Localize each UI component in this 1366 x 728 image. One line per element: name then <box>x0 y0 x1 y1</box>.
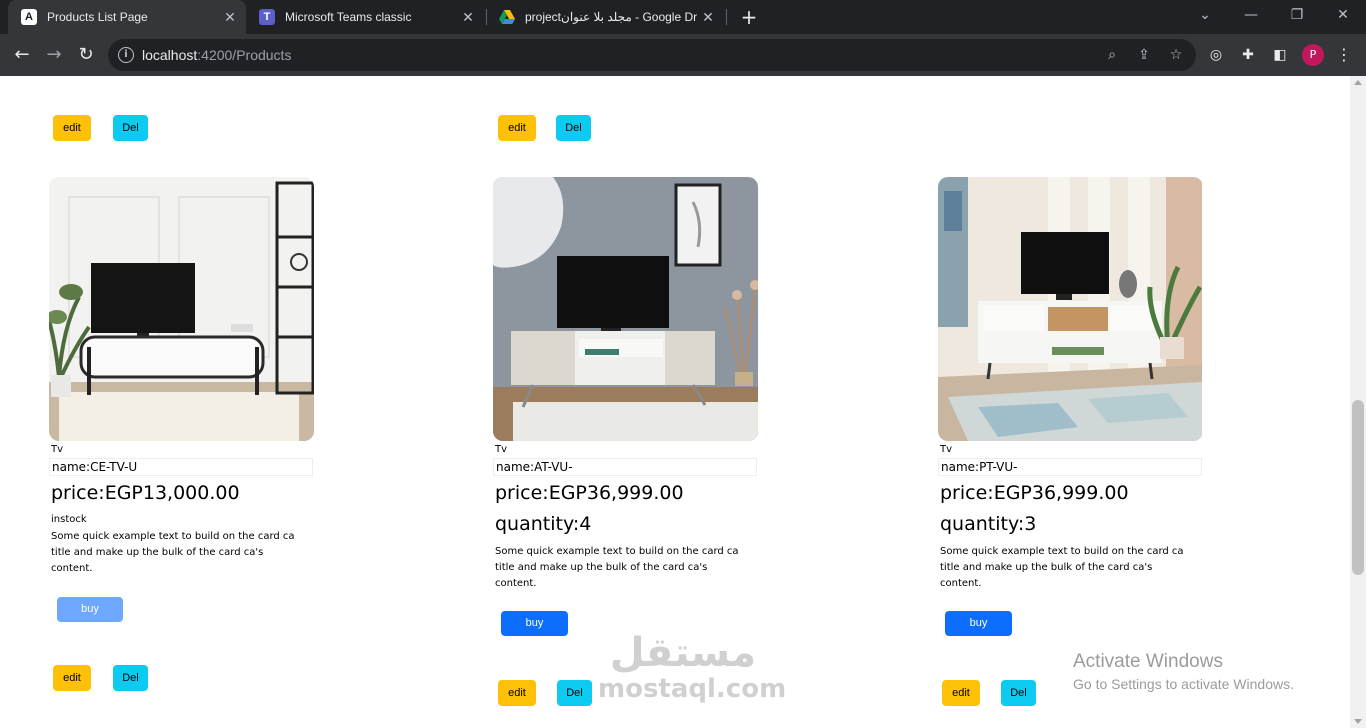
product-image <box>938 177 1203 441</box>
close-tab-icon[interactable]: ✕ <box>460 9 476 25</box>
delete-button[interactable]: Del <box>556 115 591 141</box>
product-category: Tv <box>51 444 64 455</box>
new-tab-button[interactable]: + <box>738 6 760 28</box>
tab-teams[interactable]: T Microsoft Teams classic ✕ <box>246 0 484 34</box>
zoom-icon[interactable]: ⌕ <box>1102 45 1122 65</box>
mostaql-watermark: مستقل mostaql.com <box>598 630 787 716</box>
url-text[interactable]: localhost:4200/Products <box>142 47 291 63</box>
close-tab-icon[interactable]: ✕ <box>700 9 716 25</box>
minimize-icon[interactable]: — <box>1238 4 1264 26</box>
side-panel-icon[interactable]: ◧ <box>1271 46 1289 64</box>
buy-button[interactable]: buy <box>945 611 1012 636</box>
scrollbar-thumb[interactable] <box>1352 400 1364 575</box>
forward-icon[interactable]: → <box>42 43 66 67</box>
tab-title: Products List Page <box>47 10 148 24</box>
product-description: Some quick example text to build on the … <box>940 546 1184 589</box>
bookmark-star-icon[interactable]: ☆ <box>1166 45 1186 65</box>
share-icon[interactable]: ⇪ <box>1134 45 1154 65</box>
url-path: :4200/Products <box>197 47 292 63</box>
site-info-icon[interactable]: i <box>118 47 134 63</box>
url-host: localhost <box>142 47 198 63</box>
buy-button[interactable]: buy <box>57 597 123 622</box>
activate-windows-subtitle: Go to Settings to activate Windows. <box>1073 676 1294 692</box>
tab-divider <box>726 9 727 25</box>
scroll-up-arrow-icon[interactable] <box>1354 80 1362 85</box>
back-icon[interactable]: ← <box>10 43 34 67</box>
edit-button[interactable]: edit <box>53 665 91 691</box>
tab-google-drive[interactable]: projectمجلد بلا عنوان - Google Dr ✕ <box>486 0 724 34</box>
vertical-scrollbar[interactable] <box>1350 76 1366 728</box>
product-price: price:EGP36,999.00 <box>940 482 1129 504</box>
edit-button[interactable]: edit <box>942 680 980 706</box>
close-tab-icon[interactable]: ✕ <box>222 9 238 25</box>
tab-strip: A Products List Page ✕ T Microsoft Teams… <box>0 0 1366 34</box>
reload-icon[interactable]: ↻ <box>74 43 98 67</box>
close-window-icon[interactable]: ✕ <box>1330 4 1356 26</box>
edit-button[interactable]: edit <box>53 115 91 141</box>
product-description: Some quick example text to build on the … <box>51 531 295 574</box>
angular-icon: A <box>21 9 37 25</box>
page-viewport: edit Del edit Del Tv name:CE-TV-U price:… <box>0 76 1350 728</box>
tab-title: projectمجلد بلا عنوان - Google Dr <box>525 10 698 24</box>
delete-button[interactable]: Del <box>113 115 148 141</box>
delete-button[interactable]: Del <box>113 665 148 691</box>
product-description: Some quick example text to build on the … <box>495 546 739 589</box>
product-price: price:EGP36,999.00 <box>495 482 684 504</box>
tab-search-icon[interactable]: ⌄ <box>1192 4 1218 26</box>
profile-avatar[interactable]: P <box>1302 44 1324 66</box>
edit-button[interactable]: edit <box>498 115 536 141</box>
mostaql-watermark-url: mostaql.com <box>598 674 787 704</box>
product-quantity: quantity:4 <box>495 513 592 535</box>
product-price: price:EGP13,000.00 <box>51 482 240 504</box>
restore-icon[interactable]: ❐ <box>1284 4 1310 26</box>
edit-button[interactable]: edit <box>498 680 536 706</box>
product-image <box>49 177 314 441</box>
delete-button[interactable]: Del <box>1001 680 1036 706</box>
browser-toolbar: ← → ↻ i localhost:4200/Products ⌕ ⇪ ☆ ◎ … <box>0 34 1366 76</box>
buy-button[interactable]: buy <box>501 611 568 636</box>
menu-kebab-icon[interactable]: ⋮ <box>1336 44 1352 66</box>
product-name: name:AT-VU- <box>493 458 757 476</box>
product-category: Tv <box>495 444 508 455</box>
address-bar[interactable]: i localhost:4200/Products ⌕ ⇪ ☆ <box>108 39 1196 71</box>
activate-windows-watermark: Activate Windows Go to Settings to activ… <box>1073 651 1294 692</box>
teams-icon: T <box>259 9 275 25</box>
tab-products-list[interactable]: A Products List Page ✕ <box>8 0 246 34</box>
product-name: name:CE-TV-U <box>49 458 313 476</box>
product-name: name:PT-VU- <box>938 458 1202 476</box>
tab-title: Microsoft Teams classic <box>285 10 412 24</box>
mostaql-watermark-arabic: مستقل <box>609 630 757 676</box>
delete-button[interactable]: Del <box>557 680 592 706</box>
scroll-down-arrow-icon[interactable] <box>1354 719 1362 724</box>
extension-circle-icon[interactable]: ◎ <box>1207 46 1225 64</box>
product-quantity: quantity:3 <box>940 513 1037 535</box>
product-image <box>493 177 758 441</box>
extensions-puzzle-icon[interactable]: ✚ <box>1239 46 1257 64</box>
product-category: Tv <box>940 444 953 455</box>
stock-status: instock <box>51 514 87 525</box>
google-drive-icon <box>499 9 515 25</box>
activate-windows-title: Activate Windows <box>1073 651 1223 672</box>
